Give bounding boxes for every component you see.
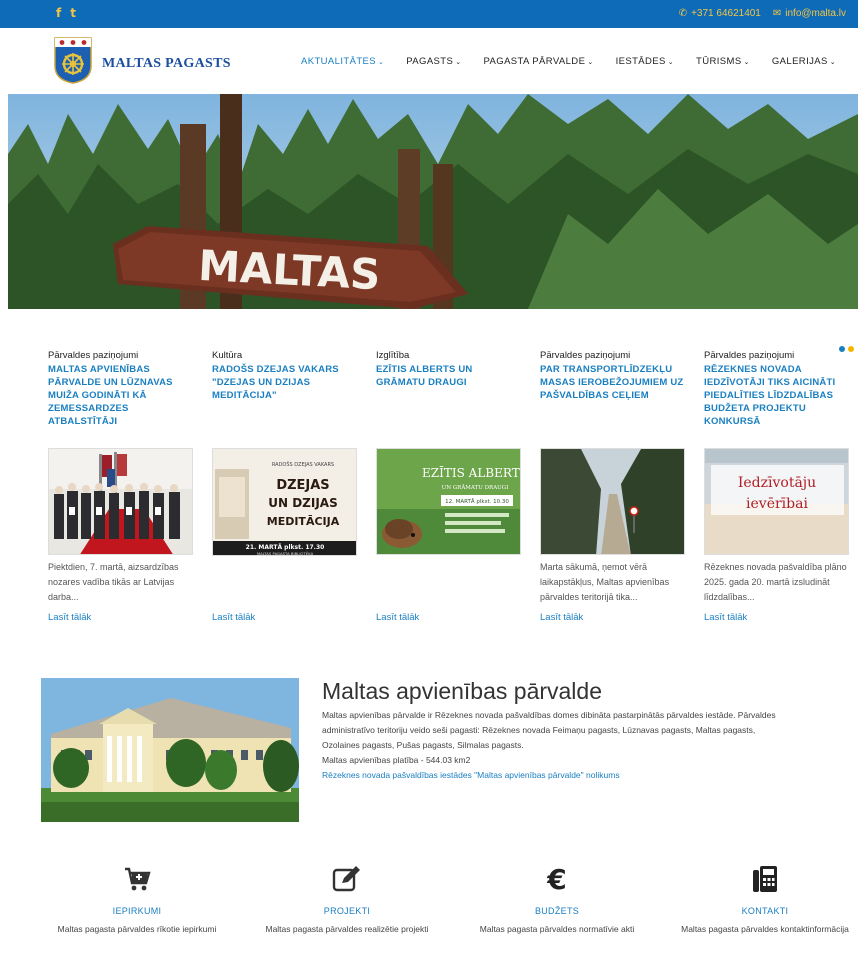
poster-date: 12. MARTĀ plkst. 10.30 bbox=[445, 498, 509, 505]
nav-label: TŪRISMS bbox=[696, 56, 742, 67]
poster-title-line: UN DZIJAS bbox=[268, 496, 338, 510]
news-category[interactable]: Pārvaldes paziņojumi bbox=[540, 350, 688, 361]
news-card[interactable]: Kultūra RADOŠS DZEJAS VAKARS "DZEJAS UN … bbox=[212, 350, 360, 623]
nav-label: GALERIJAS bbox=[771, 56, 828, 67]
phone-link[interactable]: ✆ +371 64621401 bbox=[679, 8, 761, 19]
feature-title[interactable]: KONTAKTI bbox=[670, 906, 858, 916]
chevron-down-icon: ⌄ bbox=[455, 59, 462, 66]
chevron-down-icon: ⌄ bbox=[587, 59, 594, 66]
poster-title-line: MEDITĀCIJA bbox=[267, 515, 340, 528]
news-category[interactable]: Izglītība bbox=[376, 350, 524, 361]
chevron-down-icon: ⌄ bbox=[378, 59, 385, 66]
nav-iestades[interactable]: IESTĀDES ⌄ bbox=[616, 56, 674, 67]
twitter-icon[interactable]: t bbox=[70, 6, 76, 20]
feature-desc: Maltas pagasta pārvaldes realizētie proj… bbox=[265, 924, 429, 934]
news-thumbnail[interactable]: Iedzīvotāju ievērībai bbox=[704, 448, 849, 555]
cart-icon[interactable] bbox=[42, 862, 232, 896]
fax-icon[interactable] bbox=[670, 862, 858, 896]
feature-desc: Maltas pagasta pārvaldes rīkotie iepirku… bbox=[57, 924, 217, 934]
feature-title[interactable]: PROJEKTI bbox=[252, 906, 442, 916]
news-thumbnail[interactable] bbox=[540, 448, 685, 555]
main-nav: AKTUALITĀTES ⌄ PAGASTS ⌄ PAGASTA PĀRVALDE ⌄… bbox=[301, 56, 836, 67]
poster-title-line: DZEJAS bbox=[276, 478, 329, 493]
about-line: Maltas apvienības platība - 544.03 km2 bbox=[322, 755, 471, 765]
email-link[interactable]: ✉ info@malta.lv bbox=[773, 8, 846, 19]
read-more-link[interactable]: Lasīt tālāk bbox=[376, 612, 419, 623]
about-line: Maltas apvienības pārvalde ir Rēzeknes n… bbox=[322, 710, 776, 720]
about-line: administratīvo teritoriju veido seši pag… bbox=[322, 725, 756, 735]
news-thumbnail[interactable] bbox=[48, 448, 193, 555]
chevron-down-icon: ⌄ bbox=[667, 59, 675, 66]
poster-text: Iedzīvotāju bbox=[738, 475, 816, 491]
facebook-icon[interactable]: f bbox=[56, 6, 61, 20]
hero-sign-text: MALTAS bbox=[197, 241, 382, 299]
nav-label: AKTUALITĀTES bbox=[300, 56, 376, 67]
feature-budzets[interactable]: € BUDŽETS Maltas pagasta pārvaldes norma… bbox=[462, 862, 652, 936]
news-category[interactable]: Pārvaldes paziņojumi bbox=[704, 350, 852, 361]
feature-desc: Maltas pagasta pārvaldes kontaktinformāc… bbox=[681, 924, 849, 934]
contact-info: ✆ +371 64621401 ✉ info@malta.lv bbox=[679, 8, 846, 19]
news-title[interactable]: RĒZEKNES NOVADA IEDZĪVOTĀJI TIKS AICINĀT… bbox=[704, 363, 852, 428]
poster-venue: MALTAS PAGASTA BIBLIOTĒKA bbox=[257, 551, 314, 556]
news-card[interactable]: Izglītība EZĪTIS ALBERTS UN GRĀMATU DRAU… bbox=[376, 350, 524, 623]
news-excerpt: Piektdien, 7. martā, aizsardzības nozare… bbox=[48, 562, 179, 602]
site-brand[interactable]: MALTAS PAGASTS bbox=[102, 56, 231, 72]
about-title: Maltas apvienības pārvalde bbox=[322, 678, 602, 704]
site-header: MALTAS PAGASTS AKTUALITĀTES ⌄ PAGASTS ⌄ PA… bbox=[0, 28, 858, 94]
nav-galerijas[interactable]: GALERIJAS ⌄ bbox=[772, 56, 836, 67]
news-thumbnail[interactable]: EZĪTIS ALBERTS UN GRĀMATU DRAUGI 12. MAR… bbox=[376, 448, 521, 555]
about-line: Ozolaines pagasts, Pušas pagasts, Silmal… bbox=[322, 740, 524, 750]
euro-icon[interactable]: € bbox=[462, 862, 652, 896]
nav-pagasta-parvalde[interactable]: PAGASTA PĀRVALDE ⌄ bbox=[484, 56, 594, 67]
hero-photo: MALTAS bbox=[8, 94, 858, 309]
news-card[interactable]: Pārvaldes paziņojumi RĒZEKNES NOVADA IED… bbox=[704, 350, 852, 623]
news-card[interactable]: Pārvaldes paziņojumi PAR TRANSPORTLĪDZEK… bbox=[540, 350, 688, 623]
read-more-link[interactable]: Lasīt tālāk bbox=[212, 612, 255, 623]
news-title[interactable]: EZĪTIS ALBERTS UN GRĀMATU DRAUGI bbox=[376, 363, 524, 389]
feature-iepirkumi[interactable]: IEPIRKUMI Maltas pagasta pārvaldes rīkot… bbox=[42, 862, 232, 936]
news-title[interactable]: MALTAS APVIENĪBAS PĀRVALDE UN LŪZNAVAS M… bbox=[48, 363, 196, 428]
chevron-down-icon: ⌄ bbox=[743, 59, 750, 66]
poster-subtitle: RADOŠS DZEJAS VAKARS bbox=[272, 461, 334, 468]
feature-title[interactable]: BUDŽETS bbox=[462, 906, 652, 916]
top-bar: f t ✆ +371 64621401 ✉ info@malta.lv bbox=[0, 0, 858, 28]
news-thumbnail[interactable]: RADOŠS DZEJAS VAKARS DZEJAS UN DZIJAS ME… bbox=[212, 448, 357, 556]
read-more-link[interactable]: Lasīt tālāk bbox=[704, 612, 747, 623]
feature-title[interactable]: IEPIRKUMI bbox=[42, 906, 232, 916]
edit-icon[interactable] bbox=[252, 862, 442, 896]
feature-desc: Maltas pagasta pārvaldes normatīvie akti bbox=[479, 924, 635, 934]
poster-title: EZĪTIS ALBERTS bbox=[422, 465, 521, 480]
news-card[interactable]: Pārvaldes paziņojumi MALTAS APVIENĪBAS P… bbox=[48, 350, 196, 623]
phone-number: +371 64621401 bbox=[691, 8, 761, 19]
social-links: f t bbox=[56, 6, 76, 20]
nav-turisms[interactable]: TŪRISMS ⌄ bbox=[696, 56, 750, 67]
chevron-down-icon: ⌄ bbox=[829, 59, 836, 66]
feature-projekti[interactable]: PROJEKTI Maltas pagasta pārvaldes realiz… bbox=[252, 862, 442, 936]
news-category[interactable]: Kultūra bbox=[212, 350, 360, 361]
hero-banner: MALTAS bbox=[8, 94, 858, 309]
news-category[interactable]: Pārvaldes paziņojumi bbox=[48, 350, 196, 361]
nav-label: PAGASTA PĀRVALDE bbox=[483, 56, 586, 67]
envelope-icon: ✉ bbox=[772, 8, 782, 19]
phone-icon: ✆ bbox=[678, 8, 688, 19]
news-title[interactable]: PAR TRANSPORTLĪDZEKĻU MASAS IEROBEŽOJUMI… bbox=[540, 363, 688, 402]
regulations-link[interactable]: Rēzeknes novada pašvaldības iestādes "Ma… bbox=[322, 768, 858, 783]
news-title[interactable]: RADOŠS DZEJAS VAKARS "DZEJAS UN DZIJAS M… bbox=[212, 363, 360, 402]
poster-subtitle: UN GRĀMATU DRAUGI bbox=[442, 484, 509, 491]
nav-pagasts[interactable]: PAGASTS ⌄ bbox=[406, 56, 461, 67]
coat-of-arms-logo[interactable] bbox=[52, 36, 94, 84]
poster-date: 21. MARTĀ plkst. 17.30 bbox=[246, 544, 325, 551]
nav-label: IESTĀDES bbox=[615, 56, 666, 67]
about-photo bbox=[41, 678, 299, 822]
read-more-link[interactable]: Lasīt tālāk bbox=[48, 612, 91, 623]
nav-aktualitates[interactable]: AKTUALITĀTES ⌄ bbox=[301, 56, 384, 67]
nav-label: PAGASTS bbox=[406, 56, 454, 67]
news-excerpt: Rēzeknes novada pašvaldība plāno 2025. g… bbox=[704, 562, 847, 602]
poster-text: ievērībai bbox=[746, 496, 808, 512]
about-text: Maltas apvienības pārvalde ir Rēzeknes n… bbox=[322, 708, 858, 783]
news-excerpt: Marta sākumā, ņemot vērā laikapstākļus, … bbox=[540, 562, 670, 602]
feature-kontakti[interactable]: KONTAKTI Maltas pagasta pārvaldes kontak… bbox=[670, 862, 858, 936]
email-address: info@malta.lv bbox=[785, 8, 846, 19]
read-more-link[interactable]: Lasīt tālāk bbox=[540, 612, 583, 623]
